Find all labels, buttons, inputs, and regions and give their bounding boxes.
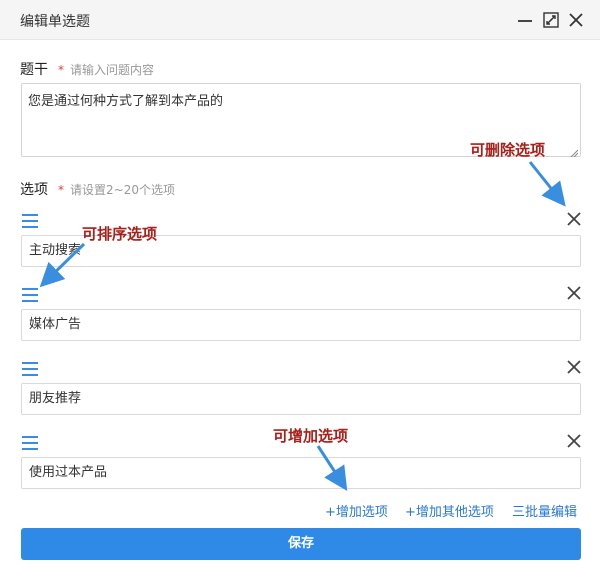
option-input[interactable]: 朋友推荐 — [21, 383, 581, 415]
options-hint: 请设置2~20个选项 — [70, 183, 175, 197]
add-other-option-link[interactable]: +增加其他选项 — [405, 501, 494, 520]
annotation-delete-hint: 可删除选项 — [470, 141, 546, 159]
option-input[interactable]: 媒体广告 — [21, 309, 581, 341]
edit-single-choice-dialog: 编辑单选题 题干 * 请输入问题内容 您是通过何种方式了解到本产品的 选项 * 请设置2… — [0, 0, 600, 573]
options-required-mark: * — [58, 183, 64, 197]
minimize-icon[interactable] — [515, 10, 535, 30]
arrow-to-delete-icon — [528, 161, 566, 207]
annotation-add-hint: 可增加选项 — [273, 427, 349, 445]
resize-grip-icon[interactable] — [570, 146, 579, 158]
delete-option-icon[interactable] — [566, 285, 582, 301]
stem-required-mark: * — [58, 63, 64, 77]
delete-option-icon[interactable] — [566, 359, 582, 375]
option-input[interactable]: 使用过本产品 — [21, 457, 581, 489]
options-field-label: 选项 * 请设置2~20个选项 — [20, 179, 175, 199]
dialog-titlebar: 编辑单选题 — [0, 0, 600, 40]
stem-label: 题干 — [20, 62, 48, 78]
dialog-title: 编辑单选题 — [20, 14, 90, 30]
drag-handle-icon[interactable] — [22, 287, 38, 302]
close-icon[interactable] — [566, 10, 586, 30]
stem-text: 您是通过何种方式了解到本产品的 — [28, 94, 224, 109]
stem-hint: 请输入问题内容 — [70, 63, 155, 77]
batch-edit-link[interactable]: 三批量编辑 — [512, 501, 577, 520]
save-button[interactable]: 保存 — [21, 528, 581, 560]
delete-option-icon[interactable] — [566, 211, 582, 227]
maximize-icon[interactable] — [541, 10, 561, 30]
delete-option-icon[interactable] — [566, 433, 582, 449]
annotation-sort-hint: 可排序选项 — [82, 225, 158, 243]
options-label: 选项 — [20, 182, 48, 198]
stem-field-label: 题干 * 请输入问题内容 — [20, 59, 154, 79]
drag-handle-icon[interactable] — [22, 213, 38, 228]
drag-handle-icon[interactable] — [22, 435, 38, 450]
add-option-link[interactable]: +增加选项 — [325, 501, 388, 520]
drag-handle-icon[interactable] — [22, 361, 38, 376]
